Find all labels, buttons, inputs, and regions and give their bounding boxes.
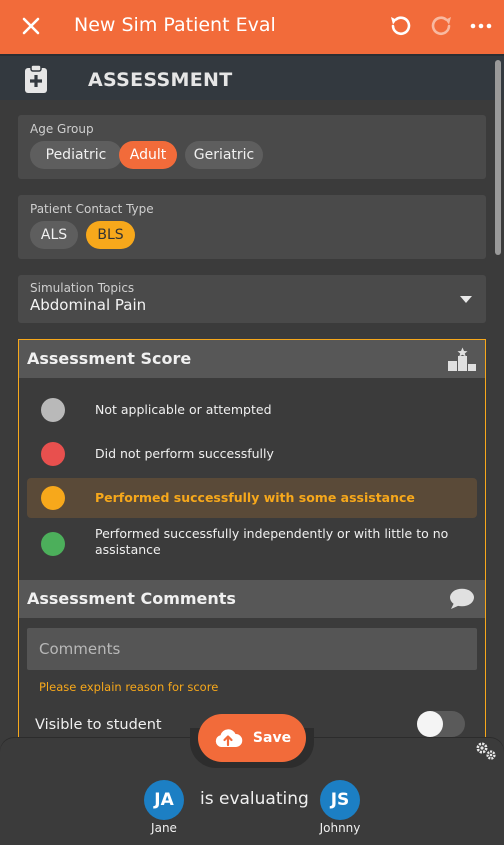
student-name: Johnny xyxy=(319,821,361,835)
student-avatar[interactable]: JS xyxy=(320,780,360,820)
age-group-label: Age Group xyxy=(30,122,94,136)
evaluator-avatar[interactable]: JA xyxy=(144,780,184,820)
evaluator-name: Jane xyxy=(151,821,177,835)
assessment-score-header: Assessment Score xyxy=(19,340,485,378)
score-option-label: Performed successfully independently or … xyxy=(95,526,449,557)
simulation-topics-value: Abdominal Pain xyxy=(30,296,147,314)
age-group-card: Age Group Pediatric Adult Geriatric xyxy=(18,115,486,179)
save-button[interactable]: Save xyxy=(198,714,306,762)
cloud-upload-icon xyxy=(215,729,243,747)
comment-bubble-icon xyxy=(449,588,475,614)
score-option-label: Not applicable or attempted xyxy=(95,402,272,417)
assessment-comments-header: Assessment Comments xyxy=(19,580,485,618)
chevron-down-icon xyxy=(460,296,472,303)
save-button-label: Save xyxy=(252,730,292,746)
score-option-label: Performed successfully with some assista… xyxy=(95,490,415,505)
score-dot-yellow xyxy=(41,486,65,510)
score-option-label: Did not perform successfully xyxy=(95,446,274,461)
chip-adult[interactable]: Adult xyxy=(119,141,177,169)
score-option-did-not-perform[interactable]: Did not perform successfully xyxy=(27,434,477,474)
score-option-not-applicable[interactable]: Not applicable or attempted xyxy=(27,390,477,430)
undo-icon[interactable] xyxy=(386,12,414,40)
top-bar: New Sim Patient Eval xyxy=(0,0,504,54)
simulation-topics-label: Simulation Topics xyxy=(30,281,135,295)
visible-to-student-toggle[interactable] xyxy=(417,711,465,737)
toggle-knob xyxy=(417,711,443,737)
settings-gears-icon[interactable] xyxy=(474,740,498,766)
visible-to-student-label: Visible to student xyxy=(35,717,162,733)
assessment-panel: Assessment Score Not applicable or attem… xyxy=(18,339,486,759)
redo-icon[interactable] xyxy=(428,12,456,40)
score-dot-green xyxy=(41,532,65,556)
comments-input[interactable] xyxy=(27,628,477,670)
scrollbar[interactable] xyxy=(495,60,501,255)
score-option-independently[interactable]: Performed successfully independently or … xyxy=(27,522,477,568)
chip-bls[interactable]: BLS xyxy=(86,221,135,249)
close-icon[interactable] xyxy=(18,13,44,39)
contact-type-label: Patient Contact Type xyxy=(30,202,154,216)
score-dot-red xyxy=(41,442,65,466)
podium-icon xyxy=(447,347,477,375)
assessment-comments-title: Assessment Comments xyxy=(27,589,236,608)
more-options-icon[interactable] xyxy=(467,12,495,40)
score-dot-gray xyxy=(41,398,65,422)
app-root: New Sim Patient Eval ASSESSMENT Age Grou… xyxy=(0,0,504,845)
assessment-score-title: Assessment Score xyxy=(27,349,192,368)
chip-als[interactable]: ALS xyxy=(30,221,78,249)
section-title: ASSESSMENT xyxy=(88,69,233,91)
chip-pediatric[interactable]: Pediatric xyxy=(30,141,122,169)
clipboard-medical-icon xyxy=(22,64,50,98)
chip-geriatric[interactable]: Geriatric xyxy=(185,141,263,169)
page-title: New Sim Patient Eval xyxy=(74,14,276,36)
score-option-some-assistance[interactable]: Performed successfully with some assista… xyxy=(27,478,477,518)
comments-hint: Please explain reason for score xyxy=(39,680,219,694)
section-header: ASSESSMENT xyxy=(0,54,504,100)
simulation-topics-dropdown[interactable]: Simulation Topics Abdominal Pain xyxy=(18,275,486,323)
evaluating-text: is evaluating xyxy=(200,789,309,809)
contact-type-card: Patient Contact Type ALS BLS xyxy=(18,195,486,259)
